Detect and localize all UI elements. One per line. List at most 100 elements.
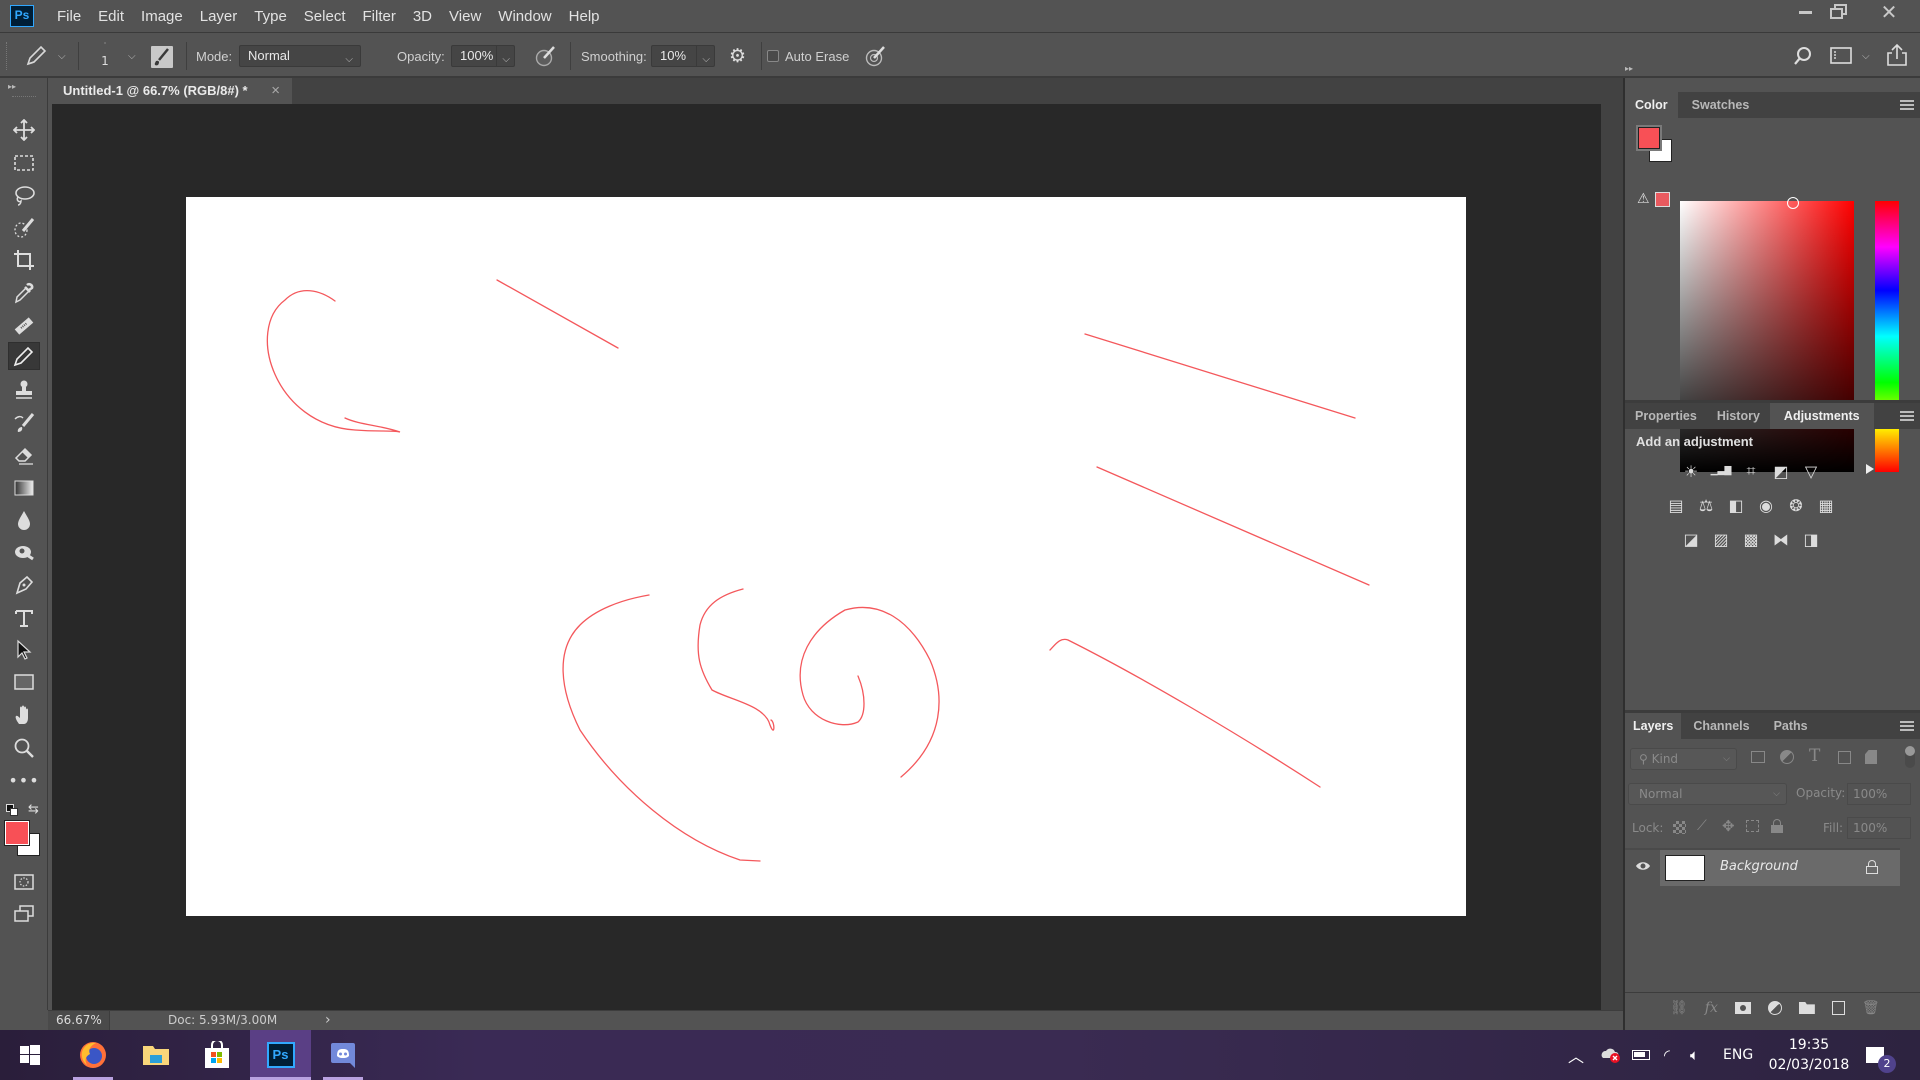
- quick-selection-tool[interactable]: [8, 214, 40, 242]
- blur-tool[interactable]: [8, 506, 40, 534]
- color-panel-menu-icon[interactable]: [1900, 100, 1914, 110]
- layer-filter-toggle[interactable]: [1905, 746, 1915, 768]
- default-colors-button[interactable]: [6, 804, 18, 816]
- menu-filter[interactable]: Filter: [363, 8, 396, 25]
- menu-select[interactable]: Select: [304, 8, 346, 25]
- eyedropper-tool[interactable]: [8, 279, 40, 307]
- layer-visibility-toggle[interactable]: [1635, 860, 1651, 870]
- chevron-down-icon[interactable]: ⌵: [128, 51, 136, 62]
- brightness-contrast-icon[interactable]: ☀: [1680, 462, 1702, 481]
- dodge-tool[interactable]: [8, 538, 40, 566]
- posterize-icon[interactable]: ▨: [1710, 530, 1732, 549]
- pressure-opacity-button[interactable]: [534, 44, 558, 72]
- tab-properties[interactable]: Properties: [1625, 403, 1707, 429]
- fill-input[interactable]: 100%: [1847, 817, 1911, 839]
- action-center-button[interactable]: 2: [1866, 1030, 1896, 1080]
- layer-row-background[interactable]: Background: [1660, 850, 1900, 886]
- threshold-icon[interactable]: ▩: [1740, 530, 1762, 549]
- layer-name[interactable]: Background: [1720, 859, 1798, 874]
- photo-filter-icon[interactable]: ◉: [1755, 496, 1777, 515]
- out-of-gamut-warning-icon[interactable]: ⚠: [1637, 191, 1650, 207]
- hue-slider-handle[interactable]: [1866, 464, 1874, 474]
- mode-select[interactable]: Normal ⌵: [239, 45, 361, 67]
- menu-file[interactable]: File: [57, 8, 81, 25]
- adjustments-panel-menu-icon[interactable]: [1900, 411, 1914, 421]
- filter-shape-layers-icon[interactable]: [1838, 751, 1851, 764]
- toolbar-grip[interactable]: [12, 96, 36, 99]
- color-lookup-icon[interactable]: ▦: [1815, 496, 1837, 515]
- lock-image-pixels-icon[interactable]: ⟋: [1697, 818, 1707, 834]
- input-language[interactable]: ENG: [1723, 1030, 1753, 1080]
- menu-image[interactable]: Image: [141, 8, 183, 25]
- add-mask-icon[interactable]: [1734, 1002, 1751, 1014]
- tab-channels[interactable]: Channels: [1681, 713, 1761, 739]
- delete-layer-trash-icon[interactable]: 🗑: [1862, 1000, 1880, 1016]
- lasso-tool[interactable]: [8, 181, 40, 209]
- hue-slider[interactable]: [1875, 201, 1899, 472]
- vibrance-icon[interactable]: ▽: [1800, 462, 1822, 481]
- foreground-color-swatch[interactable]: [4, 820, 30, 846]
- marquee-tool[interactable]: [8, 149, 40, 177]
- link-layers-icon[interactable]: ⛓: [1670, 1000, 1688, 1016]
- battery-status[interactable]: [1632, 1030, 1650, 1080]
- smoothing-input[interactable]: 10% ⌵: [651, 45, 715, 67]
- pressure-size-button[interactable]: [864, 44, 888, 72]
- invert-icon[interactable]: ◪: [1680, 530, 1702, 549]
- brush-size-picker[interactable]: · 1: [90, 40, 120, 74]
- move-tool[interactable]: [8, 116, 40, 144]
- hue-saturation-icon[interactable]: ▤: [1665, 496, 1687, 515]
- lock-transparent-pixels-icon[interactable]: [1673, 821, 1686, 834]
- filter-pixel-layers-icon[interactable]: [1751, 751, 1765, 763]
- layer-opacity-input[interactable]: 100%: [1847, 783, 1911, 805]
- color-picker-cursor[interactable]: [1787, 197, 1799, 209]
- taskbar-file-explorer[interactable]: [126, 1030, 186, 1080]
- black-white-icon[interactable]: ◧: [1725, 496, 1747, 515]
- menu-window[interactable]: Window: [498, 8, 551, 25]
- taskbar-discord[interactable]: [313, 1030, 373, 1080]
- history-brush-tool[interactable]: [8, 409, 40, 437]
- color-balance-icon[interactable]: ⚖: [1695, 496, 1717, 515]
- menu-type[interactable]: Type: [254, 8, 287, 25]
- document-tab[interactable]: Untitled-1 @ 66.7% (RGB/8#) * ×: [52, 78, 292, 104]
- brush-panel-toggle[interactable]: [151, 46, 173, 68]
- clone-stamp-tool[interactable]: [8, 376, 40, 404]
- pen-tool[interactable]: [8, 571, 40, 599]
- tab-history[interactable]: History: [1707, 403, 1770, 429]
- filter-type-layers-icon[interactable]: T: [1809, 746, 1820, 766]
- lock-position-icon[interactable]: ✥: [1722, 817, 1735, 835]
- lock-all-icon[interactable]: [1771, 819, 1783, 833]
- menu-3d[interactable]: 3D: [413, 8, 432, 25]
- curves-icon[interactable]: ⌗: [1740, 461, 1762, 480]
- channel-mixer-icon[interactable]: ❂: [1785, 496, 1807, 515]
- onedrive-status[interactable]: [1600, 1030, 1622, 1080]
- share-button[interactable]: [1886, 43, 1908, 71]
- taskbar-store[interactable]: [187, 1030, 247, 1080]
- new-group-folder-icon[interactable]: [1798, 1002, 1815, 1014]
- layers-panel-menu-icon[interactable]: [1900, 721, 1914, 731]
- show-hidden-icons[interactable]: ︿: [1568, 1030, 1584, 1080]
- screen-mode-button[interactable]: [8, 900, 40, 928]
- workspace-button[interactable]: [1830, 47, 1852, 69]
- lock-artboard-icon[interactable]: [1746, 820, 1759, 832]
- gradient-tool[interactable]: [8, 474, 40, 502]
- path-selection-tool[interactable]: [8, 636, 40, 664]
- filter-adjustment-layers-icon[interactable]: [1780, 750, 1794, 764]
- start-button[interactable]: [0, 1030, 60, 1080]
- tab-color[interactable]: Color: [1625, 92, 1678, 118]
- chevron-down-icon[interactable]: ⌵: [58, 51, 66, 62]
- tab-layers[interactable]: Layers: [1625, 713, 1682, 739]
- search-button[interactable]: [1793, 46, 1813, 70]
- volume-control[interactable]: 🔈︎: [1690, 1030, 1699, 1080]
- collapse-panels-icon[interactable]: ▸▸: [1625, 64, 1633, 73]
- menu-layer[interactable]: Layer: [200, 8, 238, 25]
- type-tool[interactable]: [8, 604, 40, 632]
- close-button[interactable]: ✕: [1872, 0, 1906, 24]
- tab-paths[interactable]: Paths: [1762, 713, 1820, 739]
- levels-icon[interactable]: ▁▃▇: [1710, 462, 1732, 480]
- healing-brush-tool[interactable]: [8, 311, 40, 339]
- taskbar-photoshop[interactable]: Ps: [250, 1030, 311, 1080]
- vertical-scrollbar[interactable]: [1601, 104, 1623, 1010]
- smoothing-options-button[interactable]: ⚙: [729, 45, 746, 67]
- pencil-tool[interactable]: [8, 342, 40, 370]
- auto-erase-checkbox[interactable]: [767, 50, 779, 62]
